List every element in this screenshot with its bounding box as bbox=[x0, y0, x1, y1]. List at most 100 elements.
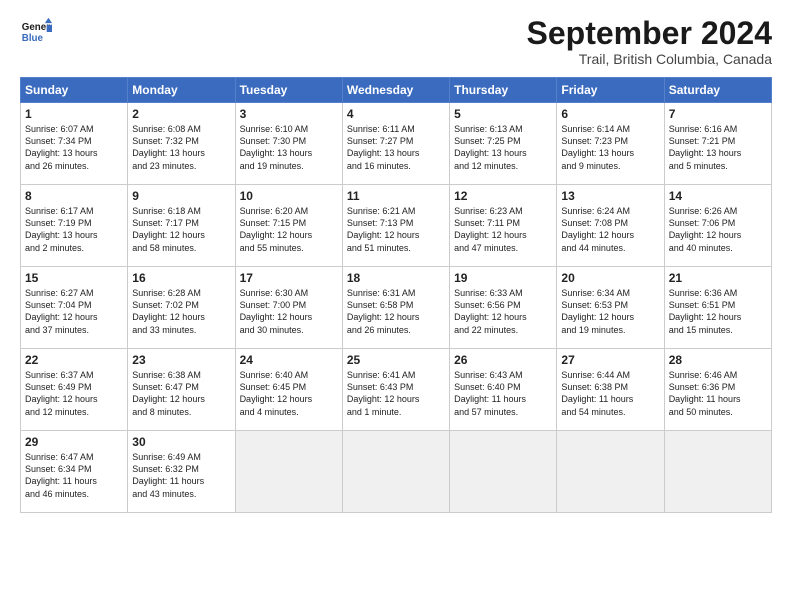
cell-info: Sunrise: 6:30 AM Sunset: 7:00 PM Dayligh… bbox=[240, 287, 338, 336]
weekday-header-sunday: Sunday bbox=[21, 78, 128, 103]
cell-info: Sunrise: 6:10 AM Sunset: 7:30 PM Dayligh… bbox=[240, 123, 338, 172]
calendar-cell: 27 Sunrise: 6:44 AM Sunset: 6:38 PM Dayli… bbox=[557, 349, 664, 431]
calendar-cell: 11Sunrise: 6:21 AM Sunset: 7:13 PM Dayli… bbox=[342, 185, 449, 267]
cell-info: Sunrise: 6:20 AM Sunset: 7:15 PM Dayligh… bbox=[240, 205, 338, 254]
day-number: 24 bbox=[240, 353, 338, 367]
day-number: 21 bbox=[669, 271, 767, 285]
svg-text:Blue: Blue bbox=[22, 33, 44, 44]
cell-info: Sunrise: 6:43 AM Sunset: 6:40 PM Dayligh… bbox=[454, 369, 552, 418]
day-number: 23 bbox=[132, 353, 230, 367]
day-number: 5 bbox=[454, 107, 552, 121]
day-number: 8 bbox=[25, 189, 123, 203]
cell-info: Sunrise: 6:28 AM Sunset: 7:02 PM Dayligh… bbox=[132, 287, 230, 336]
calendar-cell: 21 Sunrise: 6:36 AM Sunset: 6:51 PM Dayli… bbox=[664, 267, 771, 349]
calendar-cell bbox=[342, 431, 449, 513]
day-number: 9 bbox=[132, 189, 230, 203]
week-row-2: 8 Sunrise: 6:17 AM Sunset: 7:19 PM Daylig… bbox=[21, 185, 772, 267]
day-number: 20 bbox=[561, 271, 659, 285]
cell-info: Sunrise: 6:08 AM Sunset: 7:32 PM Dayligh… bbox=[132, 123, 230, 172]
calendar-cell: 12Sunrise: 6:23 AM Sunset: 7:11 PM Dayli… bbox=[450, 185, 557, 267]
calendar-table: SundayMondayTuesdayWednesdayThursdayFrid… bbox=[20, 77, 772, 513]
day-number: 4 bbox=[347, 107, 445, 121]
weekday-header-thursday: Thursday bbox=[450, 78, 557, 103]
cell-info: Sunrise: 6:49 AM Sunset: 6:32 PM Dayligh… bbox=[132, 451, 230, 500]
header: General Blue September 2024 Trail, Briti… bbox=[20, 16, 772, 67]
cell-info: Sunrise: 6:21 AM Sunset: 7:13 PM Dayligh… bbox=[347, 205, 445, 254]
day-number: 26 bbox=[454, 353, 552, 367]
cell-info: Sunrise: 6:07 AM Sunset: 7:34 PM Dayligh… bbox=[25, 123, 123, 172]
cell-info: Sunrise: 6:44 AM Sunset: 6:38 PM Dayligh… bbox=[561, 369, 659, 418]
calendar-cell: 20 Sunrise: 6:34 AM Sunset: 6:53 PM Dayli… bbox=[557, 267, 664, 349]
calendar-cell: 30 Sunrise: 6:49 AM Sunset: 6:32 PM Dayli… bbox=[128, 431, 235, 513]
cell-info: Sunrise: 6:18 AM Sunset: 7:17 PM Dayligh… bbox=[132, 205, 230, 254]
cell-info: Sunrise: 6:17 AM Sunset: 7:19 PM Dayligh… bbox=[25, 205, 123, 254]
day-number: 6 bbox=[561, 107, 659, 121]
calendar-cell: 13 Sunrise: 6:24 AM Sunset: 7:08 PM Dayli… bbox=[557, 185, 664, 267]
day-number: 3 bbox=[240, 107, 338, 121]
weekday-header-row: SundayMondayTuesdayWednesdayThursdayFrid… bbox=[21, 78, 772, 103]
day-number: 13 bbox=[561, 189, 659, 203]
day-number: 19 bbox=[454, 271, 552, 285]
calendar-cell bbox=[235, 431, 342, 513]
calendar-cell: 23 Sunrise: 6:38 AM Sunset: 6:47 PM Dayli… bbox=[128, 349, 235, 431]
cell-info: Sunrise: 6:46 AM Sunset: 6:36 PM Dayligh… bbox=[669, 369, 767, 418]
week-row-1: 1 Sunrise: 6:07 AM Sunset: 7:34 PM Daylig… bbox=[21, 103, 772, 185]
weekday-header-saturday: Saturday bbox=[664, 78, 771, 103]
cell-info: Sunrise: 6:11 AM Sunset: 7:27 PM Dayligh… bbox=[347, 123, 445, 172]
calendar-cell: 17 Sunrise: 6:30 AM Sunset: 7:00 PM Dayli… bbox=[235, 267, 342, 349]
title-block: September 2024 Trail, British Columbia, … bbox=[527, 16, 772, 67]
calendar-cell: 25 Sunrise: 6:41 AM Sunset: 6:43 PM Dayli… bbox=[342, 349, 449, 431]
calendar-cell: 24Sunrise: 6:40 AM Sunset: 6:45 PM Dayli… bbox=[235, 349, 342, 431]
cell-info: Sunrise: 6:38 AM Sunset: 6:47 PM Dayligh… bbox=[132, 369, 230, 418]
week-row-4: 22 Sunrise: 6:37 AM Sunset: 6:49 PM Dayli… bbox=[21, 349, 772, 431]
calendar-cell: 14Sunrise: 6:26 AM Sunset: 7:06 PM Dayli… bbox=[664, 185, 771, 267]
page: General Blue September 2024 Trail, Briti… bbox=[0, 0, 792, 612]
week-row-5: 29 Sunrise: 6:47 AM Sunset: 6:34 PM Dayli… bbox=[21, 431, 772, 513]
calendar-cell: 3 Sunrise: 6:10 AM Sunset: 7:30 PM Daylig… bbox=[235, 103, 342, 185]
month-title: September 2024 bbox=[527, 16, 772, 51]
calendar-cell: 2Sunrise: 6:08 AM Sunset: 7:32 PM Daylig… bbox=[128, 103, 235, 185]
day-number: 1 bbox=[25, 107, 123, 121]
cell-info: Sunrise: 6:27 AM Sunset: 7:04 PM Dayligh… bbox=[25, 287, 123, 336]
cell-info: Sunrise: 6:36 AM Sunset: 6:51 PM Dayligh… bbox=[669, 287, 767, 336]
cell-info: Sunrise: 6:31 AM Sunset: 6:58 PM Dayligh… bbox=[347, 287, 445, 336]
day-number: 10 bbox=[240, 189, 338, 203]
calendar-cell bbox=[557, 431, 664, 513]
calendar-cell: 22 Sunrise: 6:37 AM Sunset: 6:49 PM Dayli… bbox=[21, 349, 128, 431]
day-number: 22 bbox=[25, 353, 123, 367]
day-number: 15 bbox=[25, 271, 123, 285]
calendar-cell: 5 Sunrise: 6:13 AM Sunset: 7:25 PM Daylig… bbox=[450, 103, 557, 185]
calendar-cell: 8 Sunrise: 6:17 AM Sunset: 7:19 PM Daylig… bbox=[21, 185, 128, 267]
cell-info: Sunrise: 6:33 AM Sunset: 6:56 PM Dayligh… bbox=[454, 287, 552, 336]
calendar-cell: 16Sunrise: 6:28 AM Sunset: 7:02 PM Dayli… bbox=[128, 267, 235, 349]
day-number: 27 bbox=[561, 353, 659, 367]
cell-info: Sunrise: 6:16 AM Sunset: 7:21 PM Dayligh… bbox=[669, 123, 767, 172]
calendar-cell: 15 Sunrise: 6:27 AM Sunset: 7:04 PM Dayli… bbox=[21, 267, 128, 349]
cell-info: Sunrise: 6:47 AM Sunset: 6:34 PM Dayligh… bbox=[25, 451, 123, 500]
calendar-cell: 19 Sunrise: 6:33 AM Sunset: 6:56 PM Dayli… bbox=[450, 267, 557, 349]
weekday-header-wednesday: Wednesday bbox=[342, 78, 449, 103]
cell-info: Sunrise: 6:24 AM Sunset: 7:08 PM Dayligh… bbox=[561, 205, 659, 254]
day-number: 30 bbox=[132, 435, 230, 449]
cell-info: Sunrise: 6:23 AM Sunset: 7:11 PM Dayligh… bbox=[454, 205, 552, 254]
calendar-cell: 29 Sunrise: 6:47 AM Sunset: 6:34 PM Dayli… bbox=[21, 431, 128, 513]
calendar-cell: 18Sunrise: 6:31 AM Sunset: 6:58 PM Dayli… bbox=[342, 267, 449, 349]
logo: General Blue bbox=[20, 16, 52, 48]
calendar-cell: 4 Sunrise: 6:11 AM Sunset: 7:27 PM Daylig… bbox=[342, 103, 449, 185]
weekday-header-tuesday: Tuesday bbox=[235, 78, 342, 103]
calendar-cell: 7Sunrise: 6:16 AM Sunset: 7:21 PM Daylig… bbox=[664, 103, 771, 185]
cell-info: Sunrise: 6:37 AM Sunset: 6:49 PM Dayligh… bbox=[25, 369, 123, 418]
day-number: 28 bbox=[669, 353, 767, 367]
calendar-cell: 1 Sunrise: 6:07 AM Sunset: 7:34 PM Daylig… bbox=[21, 103, 128, 185]
cell-info: Sunrise: 6:13 AM Sunset: 7:25 PM Dayligh… bbox=[454, 123, 552, 172]
cell-info: Sunrise: 6:34 AM Sunset: 6:53 PM Dayligh… bbox=[561, 287, 659, 336]
logo-icon: General Blue bbox=[20, 16, 52, 48]
calendar-cell: 9 Sunrise: 6:18 AM Sunset: 7:17 PM Daylig… bbox=[128, 185, 235, 267]
day-number: 25 bbox=[347, 353, 445, 367]
calendar-cell: 6Sunrise: 6:14 AM Sunset: 7:23 PM Daylig… bbox=[557, 103, 664, 185]
week-row-3: 15 Sunrise: 6:27 AM Sunset: 7:04 PM Dayli… bbox=[21, 267, 772, 349]
day-number: 29 bbox=[25, 435, 123, 449]
calendar-cell bbox=[664, 431, 771, 513]
day-number: 17 bbox=[240, 271, 338, 285]
cell-info: Sunrise: 6:41 AM Sunset: 6:43 PM Dayligh… bbox=[347, 369, 445, 418]
